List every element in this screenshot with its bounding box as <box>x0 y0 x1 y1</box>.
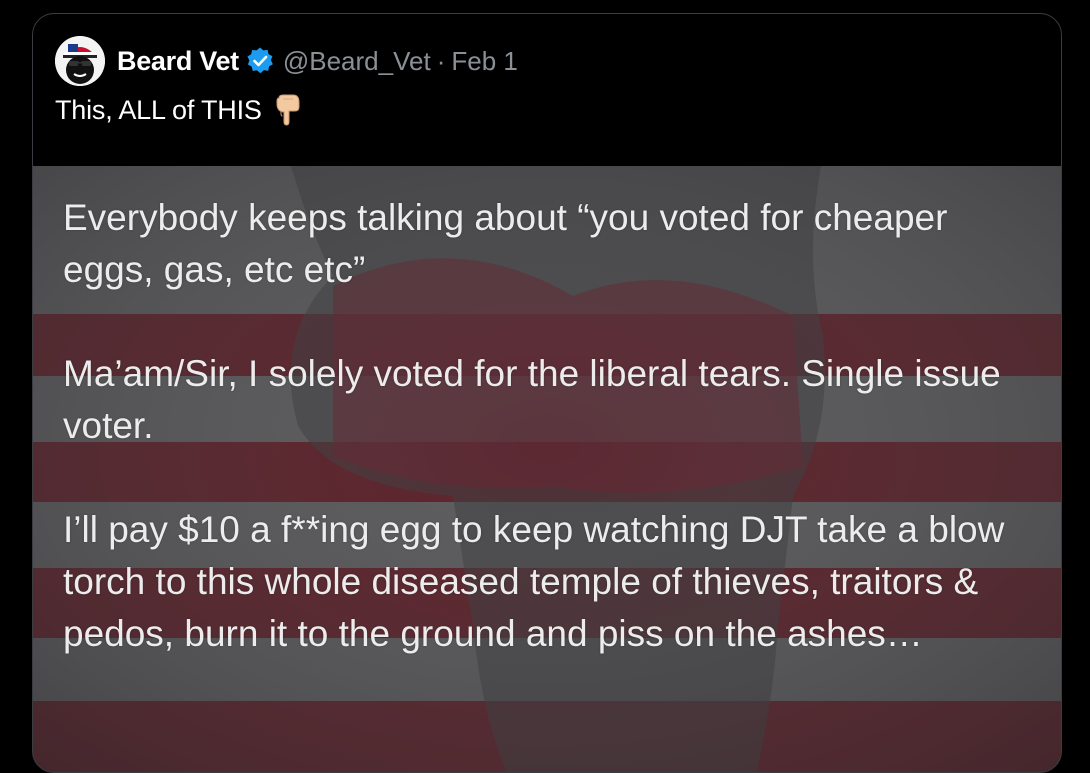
tweet-text: This, ALL of THIS <box>55 94 262 125</box>
backhand-index-pointing-down-icon <box>272 94 302 126</box>
tweet-body: This, ALL of THIS <box>55 94 302 126</box>
meme-paragraph-1: Everybody keeps talking about “you voted… <box>63 197 948 290</box>
meme-paragraph-2: Ma’am/Sir, I solely voted for the libera… <box>63 353 1001 446</box>
verified-badge-icon <box>245 46 275 76</box>
meme-paragraph-3: I’ll pay $10 a f**ing egg to keep watchi… <box>63 509 1005 654</box>
display-name[interactable]: Beard Vet <box>117 46 239 77</box>
tweet-media-image[interactable]: Everybody keeps talking about “you voted… <box>33 166 1061 772</box>
meme-text-block: Everybody keeps talking about “you voted… <box>63 192 1043 660</box>
quoted-tweet-card[interactable]: Beard Vet @Beard_Vet · Feb 1 This, ALL o… <box>32 13 1062 773</box>
user-handle[interactable]: @Beard_Vet <box>283 46 431 77</box>
avatar[interactable] <box>55 36 105 86</box>
separator-dot: · <box>436 45 446 76</box>
tweet-header: Beard Vet @Beard_Vet · Feb 1 <box>55 36 518 86</box>
tweet-date[interactable]: Feb 1 <box>451 46 518 77</box>
avatar-image <box>55 36 105 86</box>
